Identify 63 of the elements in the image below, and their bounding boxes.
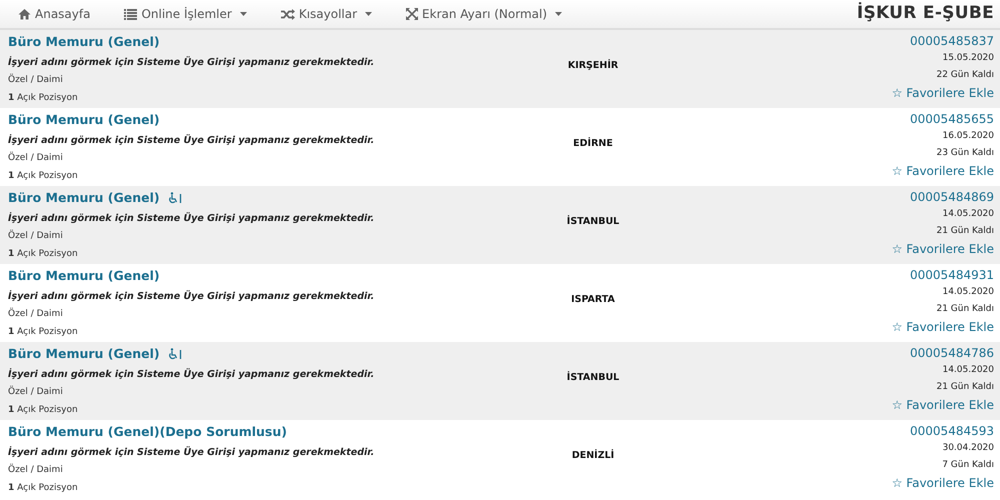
employment-type: Özel / Daimi: [8, 386, 63, 400]
add-favorite-link[interactable]: ☆ Favorilere Ekle: [892, 162, 994, 180]
employment-type: Özel / Daimi: [8, 308, 63, 322]
listing-number-link[interactable]: 00005484869: [910, 190, 994, 205]
employment-type: Özel / Daimi: [8, 230, 63, 244]
open-positions: 1 Açık Pozisyon: [8, 170, 78, 183]
login-notice: İşyeri adını görmek için Sisteme Üye Girişi yapmanız gerekmektedir.: [8, 212, 374, 226]
open-positions: 1 Açık Pozisyon: [8, 404, 78, 417]
listing-date: 30.04.2020: [942, 442, 994, 455]
employment-type: Özel / Daimi: [8, 74, 63, 88]
city-name: ISPARTA: [571, 293, 615, 307]
login-notice: İşyeri adını görmek için Sisteme Üye Girişi yapmanız gerekmektedir.: [8, 446, 374, 460]
open-positions: 1 Açık Pozisyon: [8, 326, 78, 339]
city-name: KIRŞEHİR: [568, 59, 618, 73]
city-name: İSTANBUL: [566, 371, 620, 385]
listing-date: 14.05.2020: [942, 208, 994, 221]
site-title: İŞKUR E-ŞUBE: [856, 1, 994, 26]
days-remaining: 21 Gün Kaldı: [936, 302, 994, 316]
nav-link[interactable]: Ekran Ayarı (Normal): [406, 5, 562, 23]
nav-link[interactable]: Kısayollar: [280, 5, 372, 23]
nav-link[interactable]: Online İşlemler: [124, 5, 247, 23]
list-icon: [124, 8, 138, 20]
listing-date: 14.05.2020: [942, 364, 994, 377]
home-icon: [18, 8, 31, 20]
city-name: İSTANBUL: [566, 215, 620, 229]
open-positions: 1 Açık Pozisyon: [8, 248, 78, 261]
city-name: DENİZLİ: [572, 449, 614, 463]
open-positions: 1 Açık Pozisyon: [8, 482, 78, 495]
add-favorite-link[interactable]: ☆ Favorilere Ekle: [892, 396, 994, 414]
days-remaining: 23 Gün Kaldı: [936, 146, 994, 160]
expand-icon: [406, 8, 418, 20]
days-remaining: 21 Gün Kaldı: [936, 380, 994, 394]
listing-number-link[interactable]: 00005484931: [910, 268, 994, 283]
job-title-link[interactable]: Büro Memuru (Genel): [8, 346, 160, 362]
login-notice: İşyeri adını görmek için Sisteme Üye Girişi yapmanız gerekmektedir.: [8, 368, 374, 382]
days-remaining: 21 Gün Kaldı: [936, 224, 994, 238]
login-notice: İşyeri adını görmek için Sisteme Üye Girişi yapmanız gerekmektedir.: [8, 56, 374, 70]
job-title-link[interactable]: Büro Memuru (Genel): [8, 268, 160, 284]
days-remaining: 22 Gün Kaldı: [936, 68, 994, 82]
job-title-link[interactable]: Büro Memuru (Genel): [8, 190, 160, 206]
days-remaining: 7 Gün Kaldı: [942, 458, 994, 472]
job-title-link[interactable]: Büro Memuru (Genel)(Depo Sorumlusu): [8, 424, 287, 440]
add-favorite-link[interactable]: ☆ Favorilere Ekle: [892, 84, 994, 102]
job-title-link[interactable]: Büro Memuru (Genel): [8, 112, 160, 128]
add-favorite-link[interactable]: ☆ Favorilere Ekle: [892, 474, 994, 492]
listing-number-link[interactable]: 00005485837: [910, 34, 994, 49]
listing-number-link[interactable]: 00005484786: [910, 346, 994, 361]
add-favorite-link[interactable]: ☆ Favorilere Ekle: [892, 240, 994, 258]
login-notice: İşyeri adını görmek için Sisteme Üye Girişi yapmanız gerekmektedir.: [8, 290, 374, 304]
listing-number-link[interactable]: 00005485655: [910, 112, 994, 127]
listing-date: 14.05.2020: [942, 286, 994, 299]
nav-link[interactable]: Anasayfa: [18, 5, 90, 23]
add-favorite-link[interactable]: ☆ Favorilere Ekle: [892, 318, 994, 336]
job-title-link[interactable]: Büro Memuru (Genel): [8, 34, 160, 50]
shuffle-icon: [280, 8, 295, 20]
employment-type: Özel / Daimi: [8, 152, 63, 166]
listing-number-link[interactable]: 00005484593: [910, 424, 994, 439]
open-positions: 1 Açık Pozisyon: [8, 92, 78, 105]
listing-date: 15.05.2020: [942, 52, 994, 65]
listing-date: 16.05.2020: [942, 130, 994, 143]
employment-type: Özel / Daimi: [8, 464, 63, 478]
city-name: EDİRNE: [573, 137, 613, 151]
login-notice: İşyeri adını görmek için Sisteme Üye Girişi yapmanız gerekmektedir.: [8, 134, 374, 148]
